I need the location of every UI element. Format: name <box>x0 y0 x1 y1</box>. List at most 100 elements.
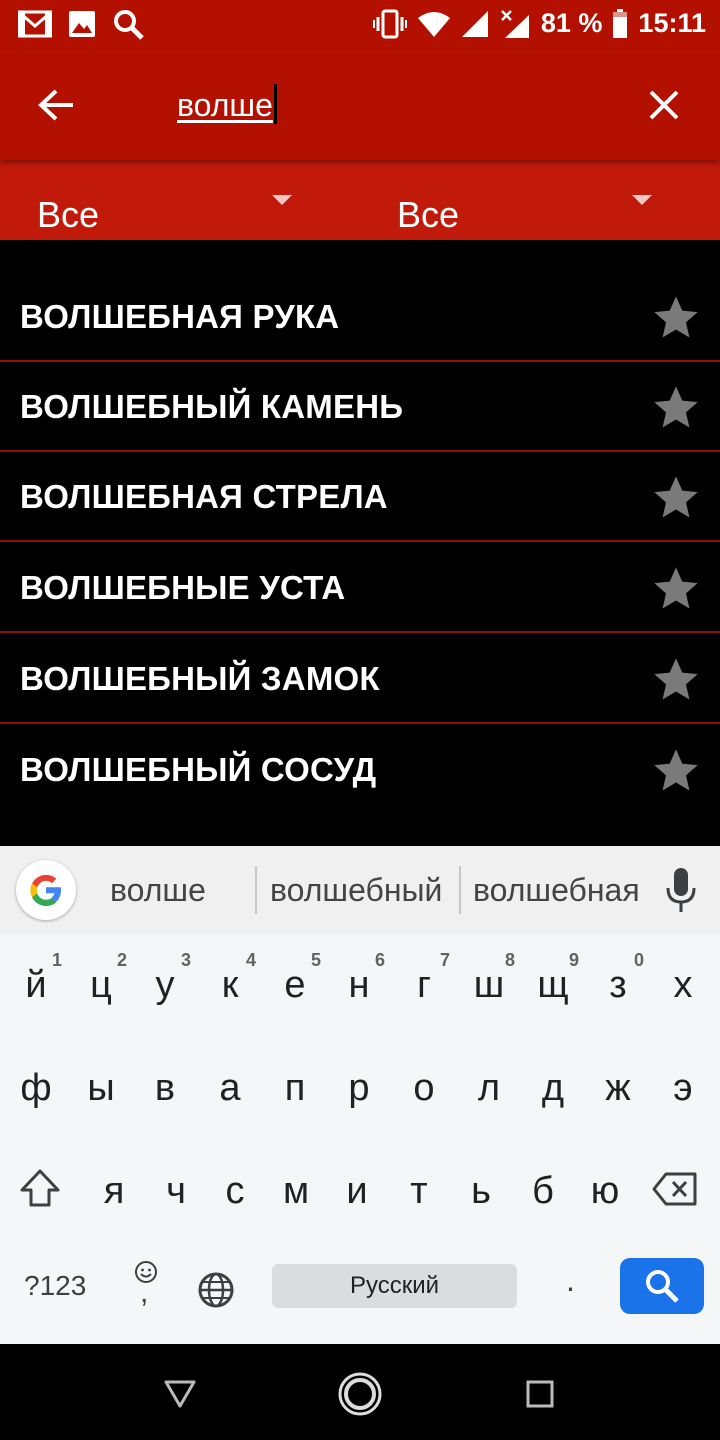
nav-recents-icon <box>526 1380 554 1408</box>
close-icon <box>649 90 679 120</box>
key[interactable]: ь <box>449 1140 513 1236</box>
star-icon[interactable] <box>648 745 704 797</box>
suggestion-divider <box>459 866 461 914</box>
chevron-down-icon <box>272 195 292 205</box>
emoji-comma-key[interactable]: , <box>132 1260 162 1310</box>
period-key[interactable]: . <box>566 1262 575 1299</box>
star-icon[interactable] <box>648 472 704 524</box>
symbols-key[interactable]: ?123 <box>24 1270 86 1302</box>
suggestion-divider <box>255 866 257 914</box>
on-screen-keyboard: й1 ц2 у3 к4 е5 н6 г7 ш8 щ9 з0 х ф ы в а … <box>0 934 720 1344</box>
arrow-back-icon <box>38 89 73 121</box>
key[interactable]: ю <box>573 1140 637 1236</box>
star-icon[interactable] <box>648 292 704 344</box>
key[interactable]: г7 <box>392 934 456 1030</box>
key[interactable]: э <box>651 1037 715 1133</box>
key[interactable]: я <box>82 1140 146 1236</box>
star-icon[interactable] <box>648 654 704 706</box>
key[interactable]: н6 <box>327 934 391 1030</box>
shift-icon <box>20 1169 60 1207</box>
nav-back-button[interactable] <box>156 1370 204 1418</box>
key[interactable]: а <box>198 1037 262 1133</box>
star-icon[interactable] <box>648 382 704 434</box>
key[interactable]: д <box>521 1037 585 1133</box>
list-item-label: ВОЛШЕБНАЯ РУКА <box>20 298 340 335</box>
key[interactable]: м <box>264 1140 328 1236</box>
filter-dropdown-2[interactable]: Все <box>360 160 720 240</box>
key[interactable]: ф <box>4 1037 68 1133</box>
shift-key[interactable] <box>18 1168 62 1213</box>
suggestion-2[interactable]: волшебный <box>270 872 442 909</box>
microphone-icon[interactable] <box>664 866 698 916</box>
key[interactable]: ч <box>144 1140 208 1236</box>
system-navigation-bar <box>0 1344 720 1440</box>
gmail-icon <box>18 10 52 38</box>
suggestion-3[interactable]: волшебная <box>473 872 640 909</box>
nav-home-button[interactable] <box>336 1370 384 1418</box>
list-item-label: ВОЛШЕБНЫЙ КАМЕНЬ <box>20 388 404 425</box>
key[interactable]: в <box>133 1037 197 1133</box>
key[interactable]: к4 <box>198 934 262 1030</box>
list-item[interactable]: ВОЛШЕБНЫЕ УСТА <box>0 543 720 633</box>
filter-dropdown-1[interactable]: Все <box>0 160 360 240</box>
signal-icon <box>461 10 489 38</box>
list-item-label: ВОЛШЕБНЫЙ СОСУД <box>20 751 377 788</box>
key[interactable]: т <box>387 1140 451 1236</box>
key[interactable]: х <box>651 934 715 1030</box>
keyboard-suggestion-strip: волше волшебный волшебная <box>0 846 720 934</box>
key[interactable]: щ9 <box>521 934 585 1030</box>
nav-home-icon <box>338 1372 382 1416</box>
space-bar[interactable]: Русский <box>272 1264 517 1308</box>
results-list: ВОЛШЕБНАЯ РУКА ВОЛШЕБНЫЙ КАМЕНЬ ВОЛШЕБНА… <box>0 240 720 846</box>
key[interactable]: й1 <box>4 934 68 1030</box>
search-icon <box>112 8 144 40</box>
backspace-key[interactable] <box>652 1172 698 1211</box>
search-icon <box>646 1270 679 1303</box>
key[interactable]: у3 <box>133 934 197 1030</box>
vibrate-icon <box>372 9 407 39</box>
google-g-icon <box>30 874 61 906</box>
key[interactable]: п <box>263 1037 327 1133</box>
key[interactable]: з0 <box>586 934 650 1030</box>
chevron-down-icon <box>632 195 652 205</box>
list-item[interactable]: ВОЛШЕБНЫЙ КАМЕНЬ <box>0 362 720 452</box>
list-item[interactable]: ВОЛШЕБНАЯ РУКА <box>0 272 720 362</box>
status-bar: 81 % 15:11 <box>0 0 720 50</box>
battery-icon <box>612 8 628 39</box>
key[interactable]: ц2 <box>69 934 133 1030</box>
keyboard-search-button[interactable] <box>620 1258 704 1314</box>
key[interactable]: б <box>511 1140 575 1236</box>
text-cursor <box>273 84 277 124</box>
key[interactable]: е5 <box>263 934 327 1030</box>
key[interactable]: л <box>457 1037 521 1133</box>
list-item[interactable]: ВОЛШЕБНЫЙ СОСУД <box>0 725 720 815</box>
list-item-label: ВОЛШЕБНЫЕ УСТА <box>20 569 346 606</box>
wifi-icon <box>417 10 451 38</box>
list-item[interactable]: ВОЛШЕБНЫЙ ЗАМОК <box>0 634 720 724</box>
filter-label: Все <box>37 194 100 235</box>
signal-nodata-icon <box>499 9 531 39</box>
search-toolbar: волше <box>0 50 720 160</box>
key[interactable]: р <box>327 1037 391 1133</box>
filter-label: Все <box>397 194 460 235</box>
list-item-label: ВОЛШЕБНЫЙ ЗАМОК <box>20 660 380 697</box>
gallery-icon <box>68 10 96 38</box>
nav-recents-button[interactable] <box>516 1370 564 1418</box>
list-item-label: ВОЛШЕБНАЯ СТРЕЛА <box>20 478 388 515</box>
search-query-text: волше <box>177 87 273 123</box>
suggestion-1[interactable]: волше <box>110 872 206 909</box>
list-item[interactable]: ВОЛШЕБНАЯ СТРЕЛА <box>0 452 720 542</box>
star-icon[interactable] <box>648 563 704 615</box>
key[interactable]: ш8 <box>457 934 521 1030</box>
search-input[interactable]: волше <box>177 84 277 124</box>
back-button[interactable] <box>28 82 84 128</box>
comma-label: , <box>140 1276 149 1309</box>
key[interactable]: с <box>203 1140 267 1236</box>
google-logo-button[interactable] <box>16 860 76 920</box>
key[interactable]: и <box>325 1140 389 1236</box>
key[interactable]: о <box>392 1037 456 1133</box>
nav-back-icon <box>164 1380 196 1408</box>
key[interactable]: ы <box>69 1037 133 1133</box>
key[interactable]: ж <box>586 1037 650 1133</box>
clear-search-button[interactable] <box>640 82 688 128</box>
